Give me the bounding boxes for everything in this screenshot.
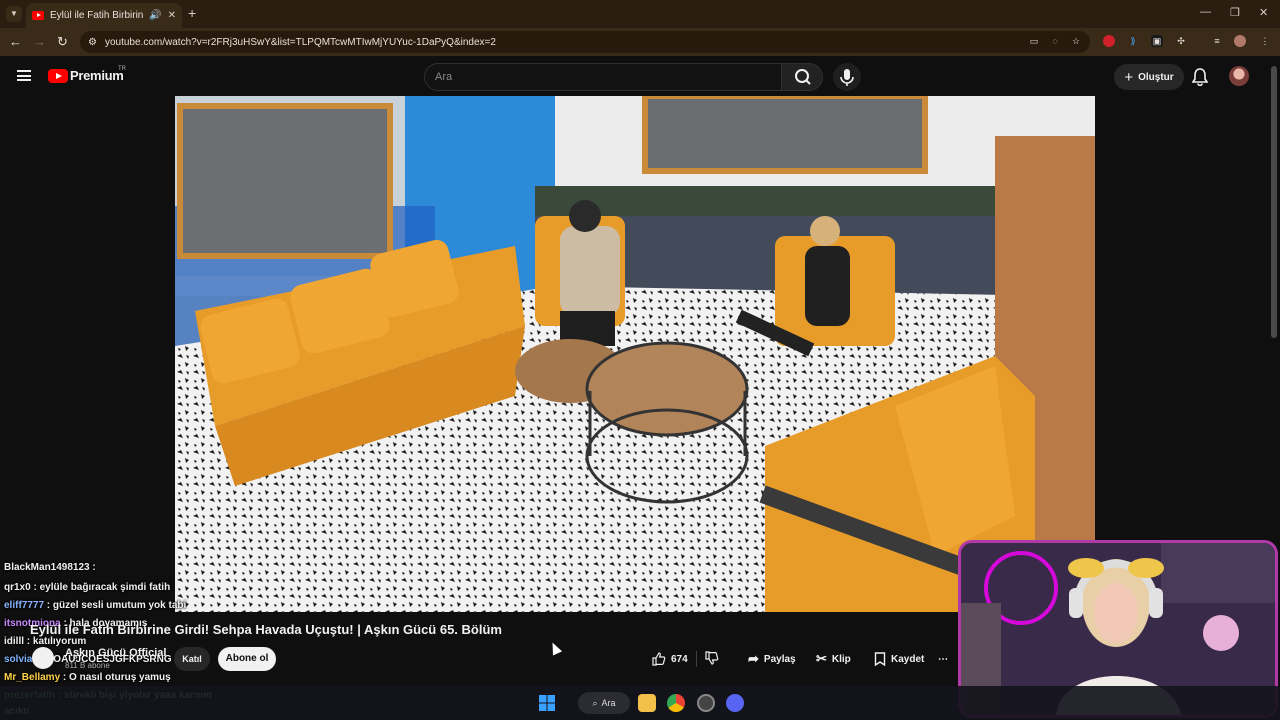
channel-name[interactable]: Aşkın Gücü Official [65, 647, 166, 659]
reading-list-icon[interactable]: ≡ [1211, 35, 1223, 47]
share-button[interactable]: ➦ Paylaş [738, 646, 806, 672]
subscribe-button[interactable]: Abone ol [218, 647, 276, 671]
account-avatar[interactable] [1229, 66, 1249, 86]
chat-message: BlackMan1498123 : [4, 562, 96, 573]
chat-username: BlackMan1498123 [4, 562, 90, 573]
youtube-premium-logo-text[interactable]: Premium [70, 68, 124, 83]
minimize-window-icon[interactable]: — [1200, 6, 1211, 18]
create-label: Oluştur [1138, 71, 1174, 83]
chrome-icon[interactable] [667, 694, 685, 712]
page-scrollbar[interactable] [1271, 66, 1277, 338]
scissors-icon: ✂ [816, 651, 827, 666]
restore-window-icon[interactable]: ❐ [1230, 6, 1240, 19]
more-actions-button[interactable]: ⋯ [932, 646, 954, 672]
like-count: 674 [671, 653, 688, 665]
bell-icon [1191, 68, 1209, 87]
site-info-icon[interactable]: ⚙ [88, 37, 97, 48]
url-text: youtube.com/watch?v=r2FRj3uHSwY&list=TLP… [104, 36, 496, 48]
video-title: Eylül ile Fatih Birbirine Girdi! Sehpa H… [30, 622, 502, 637]
chat-text: : eylüle bağıracak şimdi fatih [30, 582, 171, 593]
eye-slash-icon[interactable]: ◌ [1049, 35, 1061, 47]
back-arrow-icon[interactable]: ← [9, 34, 22, 49]
taskbar-search-icon: ⌕ [592, 697, 598, 708]
plus-icon: + [1124, 68, 1134, 86]
like-button[interactable]: 674 [652, 652, 688, 666]
chat-message: eliff7777 : güzel sesli umutum yok tabi [4, 600, 186, 611]
share-arrow-icon: ➦ [748, 651, 759, 666]
chat-username: qr1x0 [4, 582, 31, 593]
discord-icon[interactable] [726, 694, 744, 712]
video-frame [175, 96, 1095, 612]
clip-label: Klip [831, 653, 851, 665]
chat-text: : [89, 562, 96, 573]
reload-icon[interactable]: ↻ [57, 34, 68, 50]
microphone-icon [840, 69, 854, 86]
thumbs-down-icon [705, 650, 719, 665]
tab-search-menu-icon[interactable]: ▼ [6, 6, 22, 22]
cast-icon[interactable]: ▭ [1028, 35, 1040, 47]
browser-tab-active[interactable]: Eylül ile Fatih Birbirine Girdi 🔊 ✕ [26, 3, 182, 28]
chat-username: eliff7777 [4, 600, 45, 611]
browser-menu-icon[interactable]: ⋮ [1259, 35, 1271, 47]
chat-text: : katılıyorum [24, 636, 87, 647]
close-window-icon[interactable]: ✕ [1259, 6, 1268, 19]
video-player[interactable] [175, 96, 1095, 612]
create-button[interactable]: + Oluştur [1114, 64, 1184, 90]
channel-avatar[interactable] [32, 647, 54, 669]
chat-username: idilll [4, 636, 24, 647]
chat-message: idilll : katılıyorum [4, 636, 86, 647]
taskbar-search-label: Ara [601, 698, 616, 708]
save-button[interactable]: Kaydet [864, 646, 935, 672]
youtube-favicon-icon [32, 11, 44, 20]
file-explorer-icon[interactable] [638, 694, 656, 712]
thumbs-up-icon [652, 652, 666, 666]
tab-close-icon[interactable]: ✕ [168, 10, 176, 21]
bookmark-icon [874, 652, 886, 666]
menu-hamburger-icon[interactable] [17, 70, 31, 81]
region-code: TR [118, 66, 126, 72]
chat-username: Mr_Bellamy [4, 672, 61, 683]
mouse-cursor [547, 640, 563, 656]
profile-avatar-icon[interactable] [1234, 35, 1246, 47]
bookmark-star-icon[interactable]: ☆ [1070, 35, 1082, 47]
taskbar-search[interactable]: ⌕ Ara [578, 692, 630, 714]
like-divider [695, 651, 697, 667]
save-label: Kaydet [891, 653, 925, 665]
chat-message: Mr_Bellamy : O nasıl oturuş yamuş [4, 672, 171, 683]
record-extension-icon[interactable] [1103, 35, 1115, 47]
like-dislike-group: 674 [644, 646, 734, 672]
share-label: Paylaş [763, 653, 796, 665]
notifications-button[interactable] [1191, 68, 1209, 91]
audio-extension-icon[interactable]: ⟫ [1127, 35, 1139, 47]
tab-title: Eylül ile Fatih Birbirine Girdi [50, 10, 144, 21]
chat-message: qr1x0 : eylüle bağıracak şimdi fatih [4, 582, 170, 593]
forward-arrow-icon[interactable]: → [33, 34, 46, 49]
search-icon [795, 69, 811, 85]
address-bar[interactable]: ⚙ youtube.com/watch?v=r2FRj3uHSwY&list=T… [80, 31, 1090, 53]
windows-start-icon[interactable] [538, 694, 556, 712]
youtube-logo-icon[interactable] [48, 69, 68, 83]
puzzle-extensions-icon[interactable]: ✣ [1175, 35, 1187, 47]
join-button[interactable]: Katıl [174, 647, 210, 671]
dislike-button[interactable] [705, 650, 719, 668]
chat-text: : O nasıl oturuş yamuş [60, 672, 171, 683]
obs-icon[interactable] [697, 694, 715, 712]
voice-search-button[interactable] [833, 63, 861, 91]
clip-button[interactable]: ✂ Klip [806, 646, 861, 672]
search-button[interactable] [781, 63, 823, 91]
tab-audio-icon[interactable]: 🔊 [149, 10, 161, 21]
extension-icon[interactable]: ▣ [1151, 35, 1163, 47]
search-input[interactable]: Ara [424, 63, 782, 91]
chat-text: : güzel sesli umutum yok tabi [44, 600, 187, 611]
subscriber-count: 811 B abone [65, 661, 110, 670]
new-tab-button[interactable]: + [188, 5, 196, 21]
